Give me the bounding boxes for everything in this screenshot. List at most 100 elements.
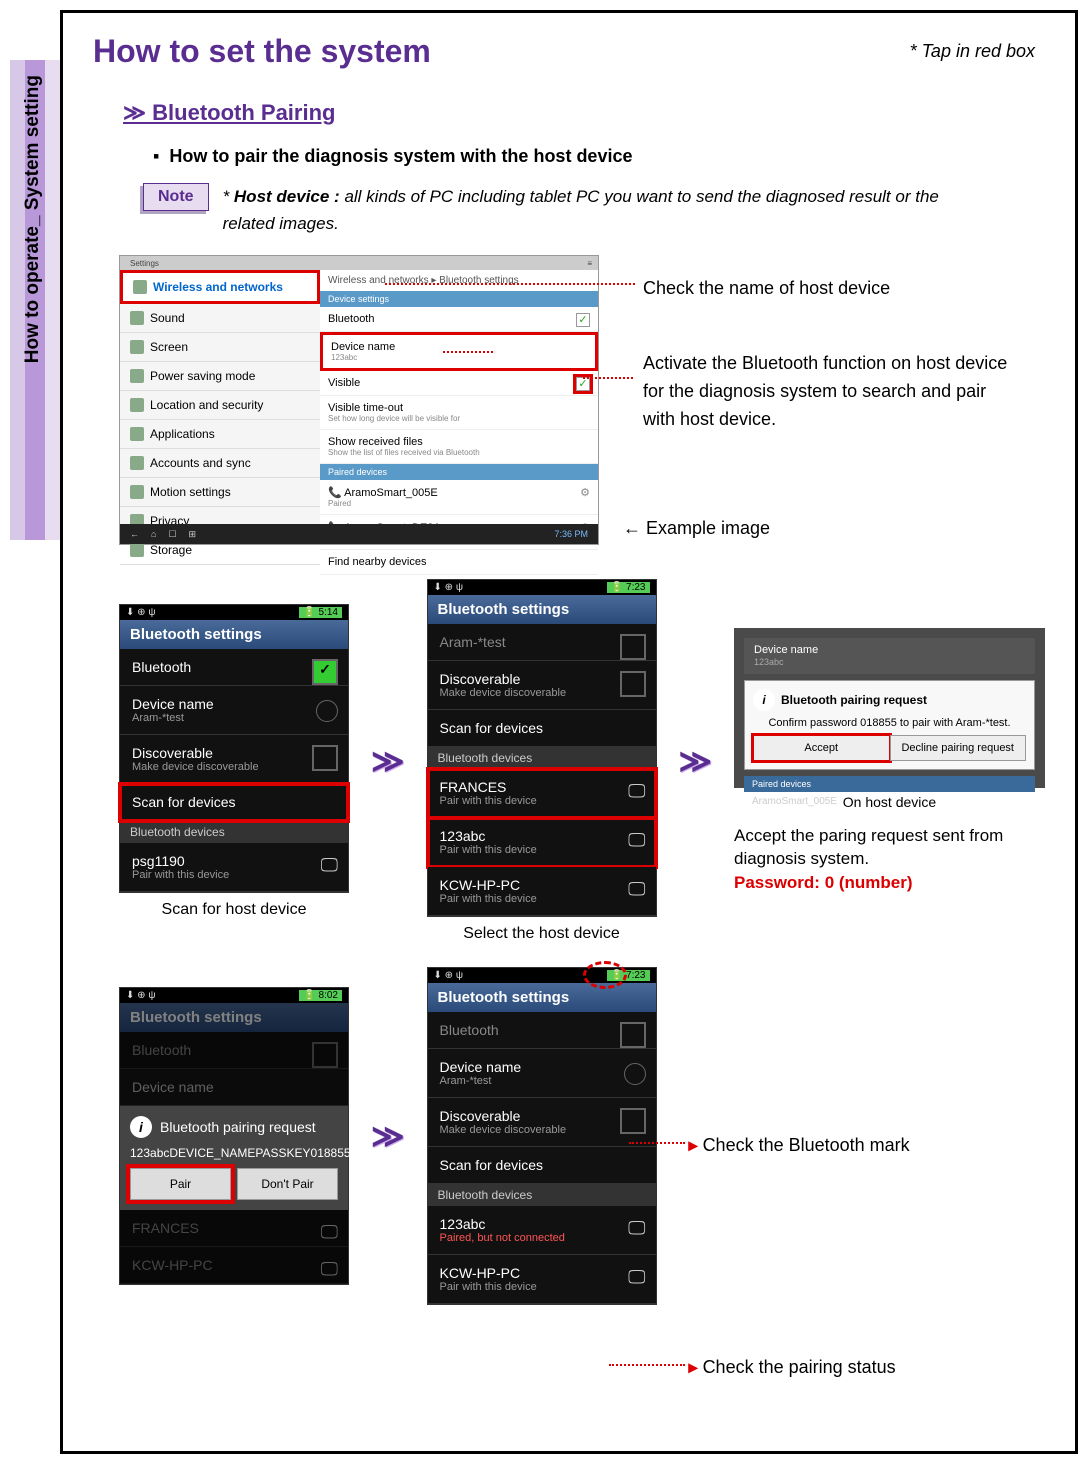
- settings-row[interactable]: Visible✓: [320, 371, 598, 396]
- settings-nav-item[interactable]: Location and security: [120, 391, 320, 420]
- nav-icon: [130, 485, 144, 499]
- nav-icon: [130, 543, 144, 557]
- settings-nav-item[interactable]: Wireless and networks: [120, 270, 320, 304]
- pair-button[interactable]: Pair: [130, 1168, 231, 1200]
- nav-icon: [130, 456, 144, 470]
- list-item[interactable]: Scan for devices: [120, 784, 348, 821]
- nav-icon: [130, 427, 144, 441]
- device-row[interactable]: KCW-HP-PCPair with this device🖵: [428, 867, 656, 916]
- checkbox-icon[interactable]: ✓: [576, 377, 590, 391]
- info-icon: i: [753, 689, 775, 711]
- tap-hint: * Tap in red box: [910, 41, 1035, 62]
- list-item[interactable]: Device nameAram-*test: [428, 1049, 656, 1098]
- note-text: * Host device : all kinds of PC includin…: [223, 183, 995, 237]
- anno-check-name: Check the name of host device: [643, 275, 890, 303]
- phone-header: Bluetooth settings: [120, 620, 348, 649]
- callout-line: [443, 351, 493, 353]
- device-icon: 🖵: [628, 1267, 645, 1288]
- bluetooth-mark-circle: [583, 961, 627, 989]
- phone-caption: Scan for host device: [162, 901, 307, 919]
- anno-activate: Activate the Bluetooth function on host …: [643, 350, 1023, 434]
- list-item[interactable]: DiscoverableMake device discoverable: [428, 661, 656, 710]
- dropdown-icon[interactable]: [624, 1063, 646, 1085]
- anno-bt-mark: ▸ Check the Bluetooth mark: [689, 1132, 910, 1160]
- device-row[interactable]: 123abcPair with this device🖵: [428, 818, 656, 867]
- arrow-icon: ≫: [371, 742, 405, 780]
- tablet-screenshot: Settings Wireless and networksSoundScree…: [119, 255, 599, 545]
- subsection-title: ≫ Bluetooth Pairing: [123, 100, 1045, 126]
- decline-button[interactable]: Decline pairing request: [890, 735, 1027, 761]
- settings-nav-item[interactable]: Motion settings: [120, 478, 320, 507]
- checkbox-icon: [620, 634, 646, 660]
- phone-header: Bluetooth settings: [428, 595, 656, 624]
- checkbox-icon[interactable]: ✓: [576, 313, 590, 327]
- device-row: KCW-HP-PC🖵: [120, 1247, 348, 1284]
- section-header: Paired devices: [320, 464, 598, 480]
- tablet-navbar: ←⌂☐⊞ 7:36 PM: [120, 524, 598, 544]
- device-row[interactable]: KCW-HP-PCPair with this device🖵: [428, 1255, 656, 1304]
- breadcrumb: Wireless and networks ▸ Bluetooth settin…: [320, 270, 598, 291]
- settings-row[interactable]: Show received filesShow the list of file…: [320, 430, 598, 464]
- list-item[interactable]: DiscoverableMake device discoverable: [120, 735, 348, 784]
- dropdown-icon[interactable]: [316, 700, 338, 722]
- device-row[interactable]: FRANCESPair with this device🖵: [428, 769, 656, 818]
- find-devices[interactable]: Find nearby devices: [320, 550, 598, 575]
- anno-example: ← Example image: [623, 515, 770, 543]
- pairing-dialog: iBluetooth pairing request Confirm passw…: [744, 680, 1035, 770]
- settings-row[interactable]: Visible time-outSet how long device will…: [320, 396, 598, 430]
- device-icon: 🖵: [321, 855, 338, 876]
- checkbox-on-icon[interactable]: ✓: [312, 659, 338, 685]
- paired-device-row[interactable]: 📞 AramoSmart_005EPaired⚙: [320, 480, 598, 515]
- tablet-content: Wireless and networks ▸ Bluetooth settin…: [320, 270, 598, 524]
- callout-line: [609, 1364, 685, 1366]
- settings-nav-item[interactable]: Sound: [120, 304, 320, 333]
- nav-icon: [133, 280, 147, 294]
- checkbox-icon[interactable]: [620, 1108, 646, 1134]
- pairing-dialog: iBluetooth pairing request123abcDEVICE_N…: [120, 1106, 348, 1210]
- phone-caption: Select the host device: [463, 925, 620, 943]
- list-item: Aram-*test: [428, 624, 656, 661]
- list-item[interactable]: Scan for devices: [428, 1147, 656, 1184]
- list-item[interactable]: Bluetooth✓: [120, 649, 348, 686]
- settings-row[interactable]: Bluetooth✓: [320, 307, 598, 332]
- dont-pair-button[interactable]: Don't Pair: [237, 1168, 338, 1200]
- nav-icon: [130, 311, 144, 325]
- callout-line: [385, 283, 635, 285]
- accept-text: Accept the paring request sent from diag…: [734, 824, 1045, 895]
- tablet-titlebar: Settings: [120, 256, 598, 270]
- page-frame: How to set the system * Tap in red box ≫…: [60, 10, 1078, 1454]
- device-row[interactable]: psg1190Pair with this device🖵: [120, 843, 348, 892]
- list-item: Bluetooth: [428, 1012, 656, 1049]
- phone-screenshot-1: ⬇ ⊕ ψ🔋 5:14Bluetooth settingsBluetooth✓D…: [119, 604, 349, 893]
- list-item[interactable]: Scan for devices: [428, 710, 656, 747]
- side-tab-text: How to operate_ System setting: [22, 75, 44, 363]
- host-screenshot: Device name123abc iBluetooth pairing req…: [734, 628, 1045, 788]
- checkbox-icon[interactable]: [620, 671, 646, 697]
- device-icon: 🖵: [628, 879, 645, 900]
- device-icon: 🖵: [628, 781, 645, 802]
- callout-line: [629, 1142, 685, 1144]
- info-icon: i: [130, 1116, 152, 1138]
- settings-nav-item[interactable]: Screen: [120, 333, 320, 362]
- device-row: FRANCES🖵: [120, 1210, 348, 1247]
- callout-line: [583, 377, 633, 379]
- list-item: Device name: [120, 1069, 348, 1106]
- phone-header: Bluetooth settings: [120, 1003, 348, 1032]
- device-icon: 🖵: [628, 830, 645, 851]
- nav-icon: [130, 340, 144, 354]
- tablet-sidebar: Wireless and networksSoundScreenPower sa…: [120, 270, 320, 524]
- list-item[interactable]: Device nameAram-*test: [120, 686, 348, 735]
- checkbox-icon[interactable]: [312, 745, 338, 771]
- checkbox-icon: [620, 1022, 646, 1048]
- settings-nav-item[interactable]: Accounts and sync: [120, 449, 320, 478]
- device-row[interactable]: 123abcPaired, but not connected🖵: [428, 1206, 656, 1255]
- settings-nav-item[interactable]: Power saving mode: [120, 362, 320, 391]
- list-item[interactable]: DiscoverableMake device discoverable: [428, 1098, 656, 1147]
- settings-nav-item[interactable]: Applications: [120, 420, 320, 449]
- accept-button[interactable]: Accept: [753, 735, 890, 761]
- phone-screenshot-3: ⬇ ⊕ ψ🔋 8:02Bluetooth settingsBluetoothDe…: [119, 987, 349, 1285]
- anno-pair-status: ▸ Check the pairing status: [689, 1354, 896, 1382]
- arrow-icon: ≫: [371, 1117, 405, 1155]
- section-header: Device settings: [320, 291, 598, 307]
- section-header: Bluetooth devices: [428, 1184, 656, 1206]
